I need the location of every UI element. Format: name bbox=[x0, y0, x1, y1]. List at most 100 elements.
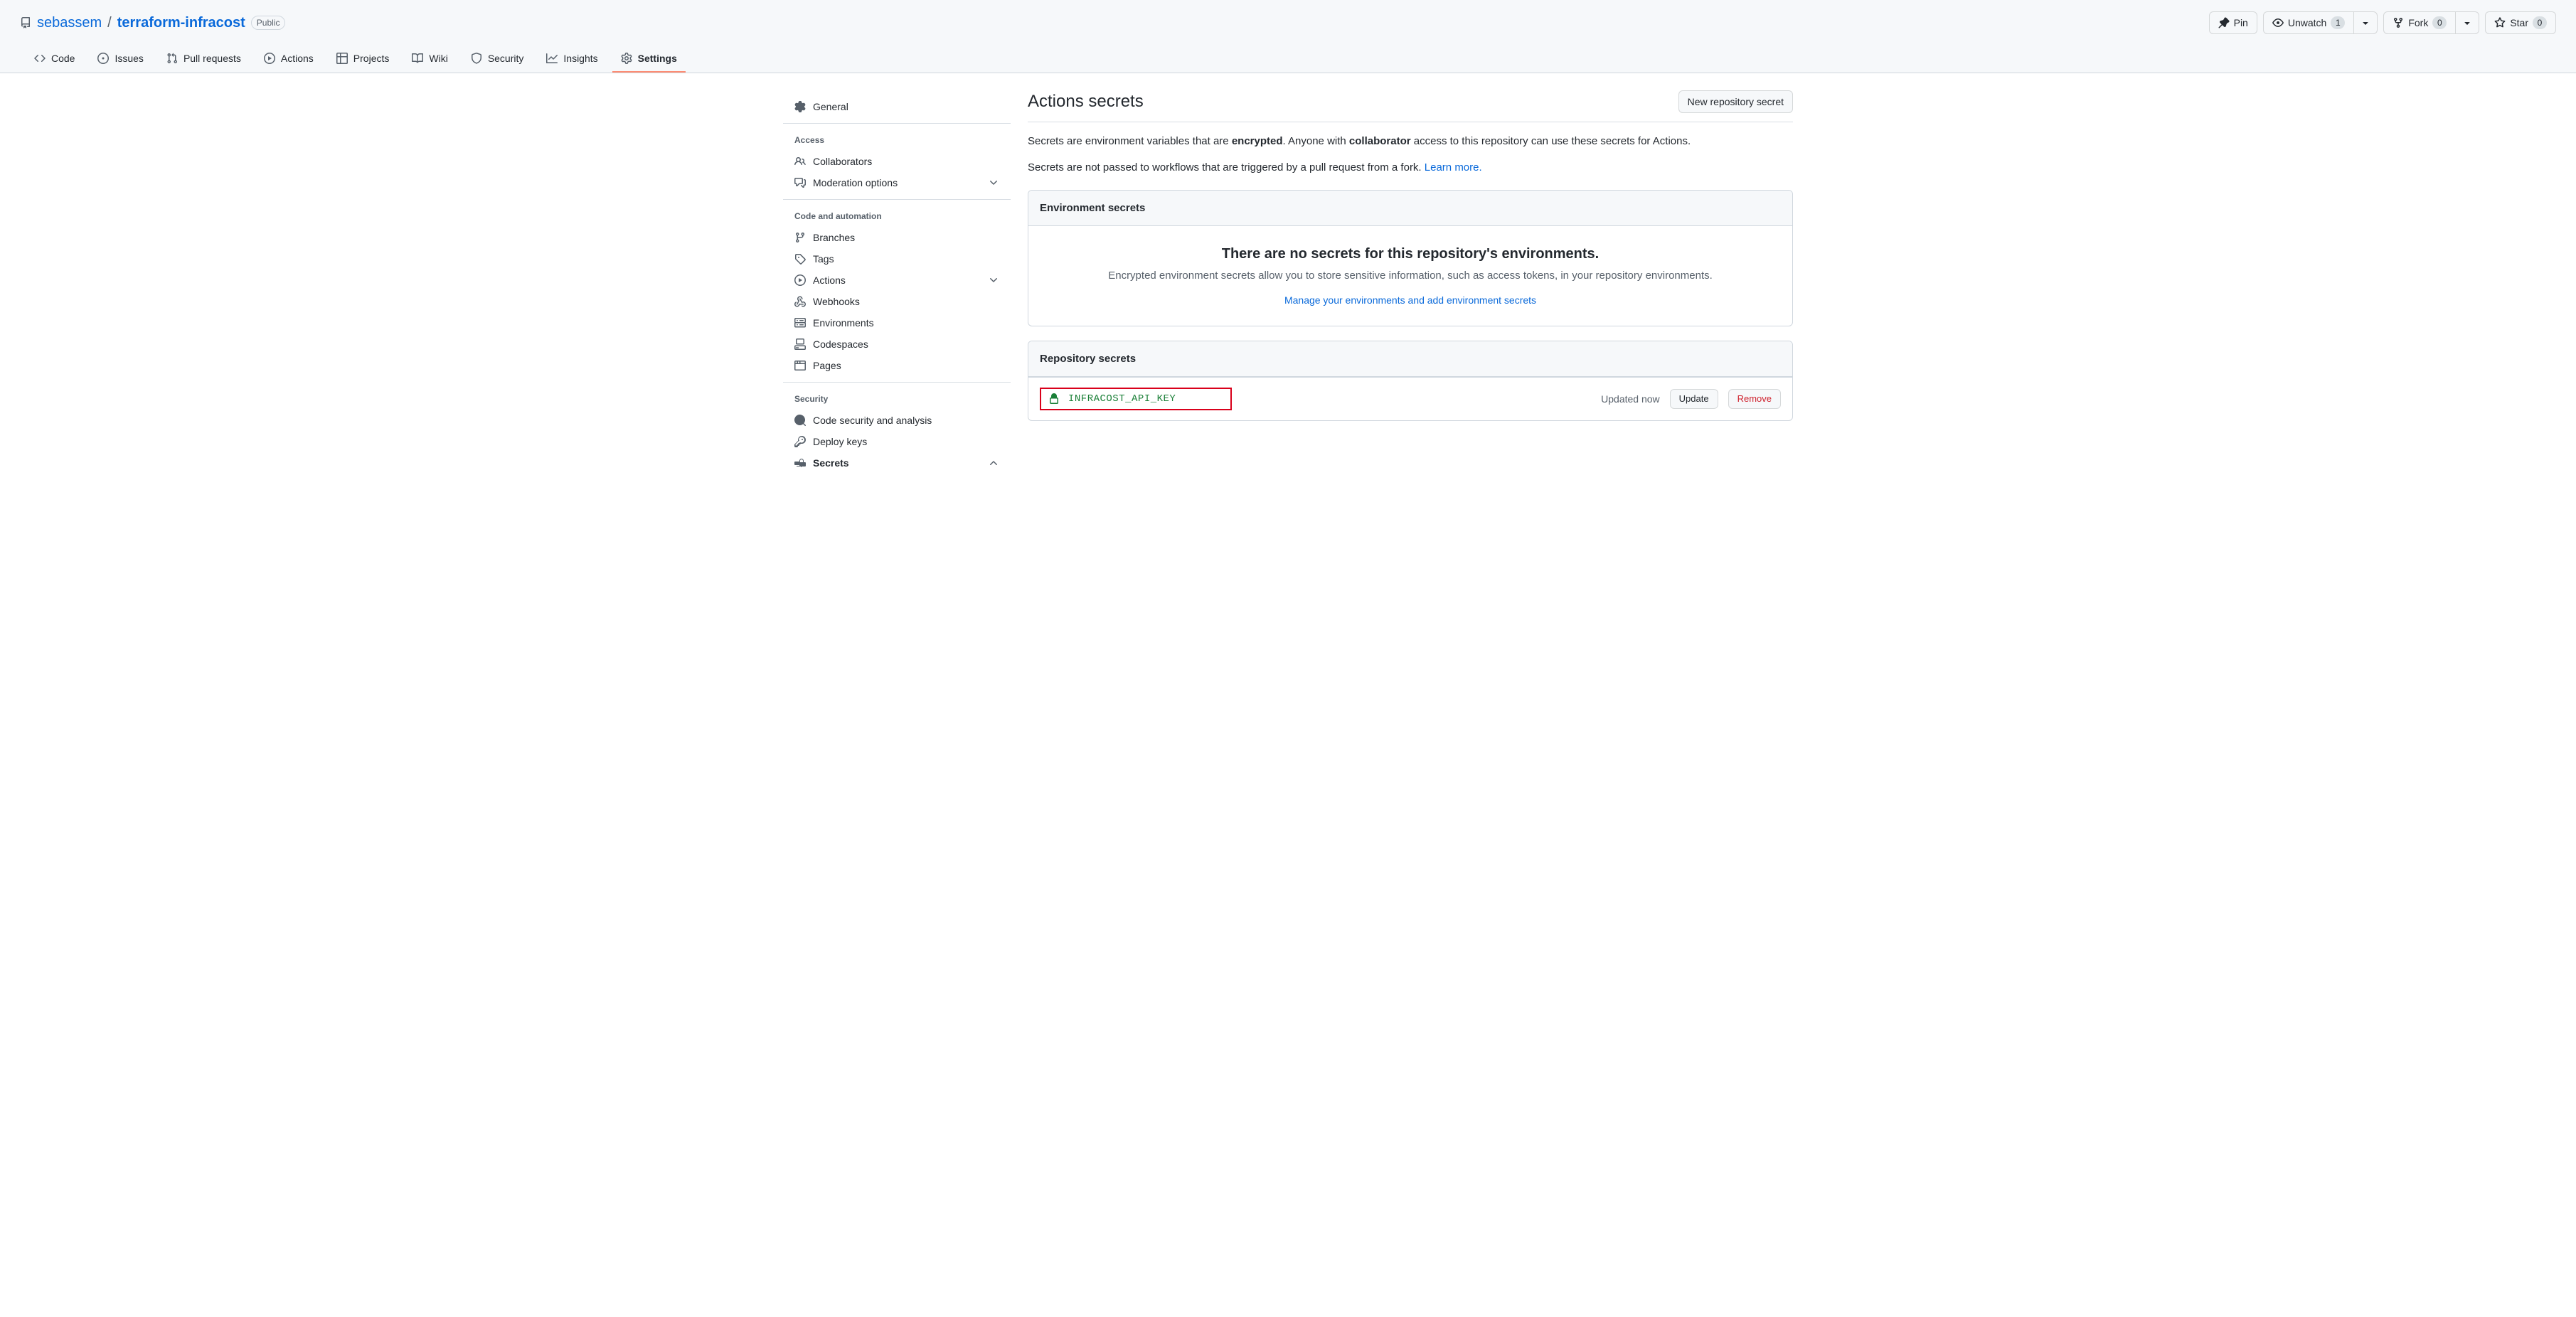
learn-more-link[interactable]: Learn more. bbox=[1425, 161, 1482, 174]
sidebar-heading-code: Code and automation bbox=[783, 206, 1011, 227]
key-icon bbox=[794, 436, 806, 447]
path-separator: / bbox=[107, 15, 112, 31]
repo-title-row: sebassem / terraform-infracost Public Pi… bbox=[20, 11, 2556, 34]
people-icon bbox=[794, 156, 806, 167]
tab-actions[interactable]: Actions bbox=[255, 46, 322, 73]
gear-icon bbox=[794, 101, 806, 112]
sidebar-item-label: Code security and analysis bbox=[813, 415, 999, 426]
watch-count: 1 bbox=[2331, 16, 2345, 29]
sidebar-item-label: Codespaces bbox=[813, 338, 999, 350]
page-title: Actions secrets bbox=[1028, 92, 1144, 112]
project-icon bbox=[336, 53, 348, 64]
sidebar-item-label: Branches bbox=[813, 232, 999, 243]
sidebar-item-label: Tags bbox=[813, 253, 999, 265]
repo-name-link[interactable]: terraform-infracost bbox=[117, 15, 245, 31]
tab-issues[interactable]: Issues bbox=[89, 46, 151, 73]
repository-secrets-panel: Repository secrets INFRACOST_API_KEY Upd… bbox=[1028, 341, 1793, 421]
update-secret-button[interactable]: Update bbox=[1670, 389, 1718, 409]
watch-button[interactable]: Unwatch 1 bbox=[2263, 11, 2354, 34]
comment-discussion-icon bbox=[794, 177, 806, 188]
fork-dropdown[interactable] bbox=[2456, 11, 2479, 34]
sidebar-item-tags[interactable]: Tags bbox=[783, 248, 1011, 270]
sidebar-item-branches[interactable]: Branches bbox=[783, 227, 1011, 248]
tab-actions-label: Actions bbox=[281, 53, 314, 64]
sidebar-item-environments[interactable]: Environments bbox=[783, 312, 1011, 334]
tab-settings-label: Settings bbox=[638, 53, 677, 64]
remove-secret-button[interactable]: Remove bbox=[1728, 389, 1781, 409]
fork-label: Fork bbox=[2408, 16, 2428, 30]
book-icon bbox=[412, 53, 423, 64]
tab-wiki-label: Wiki bbox=[429, 53, 447, 64]
sidebar-item-label: Environments bbox=[813, 317, 999, 329]
sidebar-item-label: Actions bbox=[813, 274, 981, 286]
gear-icon bbox=[621, 53, 632, 64]
new-secret-button[interactable]: New repository secret bbox=[1678, 90, 1793, 113]
tab-projects-label: Projects bbox=[353, 53, 390, 64]
play-icon bbox=[264, 53, 275, 64]
code-icon bbox=[34, 53, 46, 64]
repo-icon bbox=[20, 17, 31, 28]
sidebar-item-label: Moderation options bbox=[813, 177, 981, 188]
empty-description: Encrypted environment secrets allow you … bbox=[1045, 270, 1775, 282]
tab-code-label: Code bbox=[51, 53, 75, 64]
sidebar-item-pages[interactable]: Pages bbox=[783, 355, 1011, 376]
sidebar-item-collaborators[interactable]: Collaborators bbox=[783, 151, 1011, 172]
tag-icon bbox=[794, 253, 806, 265]
fork-group: Fork 0 bbox=[2383, 11, 2479, 34]
environment-secrets-panel: Environment secrets There are no secrets… bbox=[1028, 190, 1793, 326]
sidebar-item-label: General bbox=[813, 101, 999, 112]
environment-secrets-heading: Environment secrets bbox=[1028, 191, 1792, 226]
star-count: 0 bbox=[2533, 16, 2547, 29]
star-button[interactable]: Star 0 bbox=[2485, 11, 2556, 34]
secret-row: INFRACOST_API_KEY Updated now Update Rem… bbox=[1028, 377, 1792, 420]
settings-sidebar: General Access Collaborators Moderation … bbox=[783, 90, 1011, 479]
sidebar-item-label: Pages bbox=[813, 360, 999, 371]
sidebar-item-secrets[interactable]: Secrets bbox=[783, 452, 1011, 474]
sidebar-item-moderation[interactable]: Moderation options bbox=[783, 172, 1011, 193]
repo-tabs: Code Issues Pull requests Actions Projec… bbox=[20, 46, 2556, 73]
main-content: Actions secrets New repository secret Se… bbox=[1028, 90, 1793, 479]
star-label: Star bbox=[2510, 16, 2528, 30]
secret-highlight-box: INFRACOST_API_KEY bbox=[1040, 388, 1232, 410]
codescan-icon bbox=[794, 415, 806, 426]
sidebar-item-codespaces[interactable]: Codespaces bbox=[783, 334, 1011, 355]
pin-button[interactable]: Pin bbox=[2209, 11, 2257, 34]
sidebar-item-deploy-keys[interactable]: Deploy keys bbox=[783, 431, 1011, 452]
eye-icon bbox=[2272, 17, 2284, 28]
sidebar-item-webhooks[interactable]: Webhooks bbox=[783, 291, 1011, 312]
pull-request-icon bbox=[166, 53, 178, 64]
tab-projects[interactable]: Projects bbox=[328, 46, 398, 73]
empty-title: There are no secrets for this repository… bbox=[1045, 246, 1775, 262]
tab-code[interactable]: Code bbox=[26, 46, 83, 73]
star-icon bbox=[2494, 17, 2506, 28]
sidebar-heading-access: Access bbox=[783, 129, 1011, 151]
manage-environments-link[interactable]: Manage your environments and add environ… bbox=[1284, 294, 1536, 306]
chevron-down-icon bbox=[988, 177, 999, 188]
environment-secrets-body: There are no secrets for this repository… bbox=[1028, 226, 1792, 326]
sidebar-item-label: Collaborators bbox=[813, 156, 999, 167]
repo-owner-link[interactable]: sebassem bbox=[37, 15, 102, 31]
repo-actions: Pin Unwatch 1 Fork 0 bbox=[2209, 11, 2556, 34]
tab-security-label: Security bbox=[488, 53, 524, 64]
tab-security[interactable]: Security bbox=[462, 46, 533, 73]
sidebar-item-general[interactable]: General bbox=[783, 96, 1011, 117]
browser-icon bbox=[794, 360, 806, 371]
sidebar-item-actions[interactable]: Actions bbox=[783, 270, 1011, 291]
watch-dropdown[interactable] bbox=[2354, 11, 2378, 34]
tab-insights[interactable]: Insights bbox=[538, 46, 606, 73]
sidebar-item-code-security[interactable]: Code security and analysis bbox=[783, 410, 1011, 431]
fork-button[interactable]: Fork 0 bbox=[2383, 11, 2456, 34]
issue-icon bbox=[97, 53, 109, 64]
tab-insights-label: Insights bbox=[563, 53, 597, 64]
tab-pulls[interactable]: Pull requests bbox=[158, 46, 250, 73]
lock-icon bbox=[1048, 393, 1060, 405]
repo-header: sebassem / terraform-infracost Public Pi… bbox=[0, 0, 2576, 73]
visibility-badge: Public bbox=[251, 16, 286, 30]
fork-count: 0 bbox=[2432, 16, 2447, 29]
tab-wiki[interactable]: Wiki bbox=[403, 46, 456, 73]
tab-settings[interactable]: Settings bbox=[612, 46, 686, 73]
tab-issues-label: Issues bbox=[115, 53, 143, 64]
triangle-down-icon bbox=[2461, 17, 2473, 28]
watch-group: Unwatch 1 bbox=[2263, 11, 2378, 34]
fork-icon bbox=[2393, 17, 2404, 28]
